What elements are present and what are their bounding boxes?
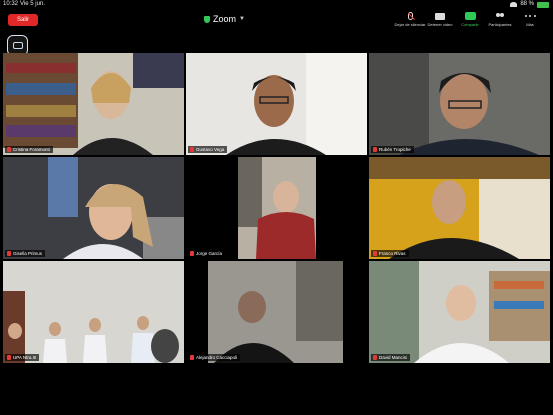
mic-muted-icon bbox=[7, 355, 11, 360]
participant-name: Cristina Foramonti bbox=[13, 147, 50, 152]
more-label: Más bbox=[526, 22, 534, 27]
unmute-label: Dejar de silenciar bbox=[394, 22, 426, 27]
participant-video bbox=[369, 261, 550, 363]
mic-muted-icon bbox=[7, 251, 11, 256]
battery-percent: 88 % bbox=[520, 1, 534, 7]
participant-name-tag: Alejandro Cacciapoli bbox=[188, 354, 241, 361]
mic-muted-icon bbox=[190, 355, 194, 360]
more-button[interactable]: Más bbox=[515, 10, 545, 31]
participant-name: UPA Ntra.III bbox=[13, 355, 37, 360]
more-icon bbox=[524, 12, 536, 20]
participant-name-tag: UPA Ntra.III bbox=[5, 354, 40, 361]
video-tile[interactable]: Gisella Primus bbox=[3, 157, 184, 259]
participant-video bbox=[369, 53, 550, 155]
mic-muted-icon bbox=[373, 355, 377, 360]
share-button[interactable]: Compartir bbox=[455, 10, 485, 31]
unmute-button[interactable]: Dejar de silenciar bbox=[395, 10, 425, 31]
participants-icon bbox=[495, 12, 505, 20]
participant-video bbox=[186, 261, 367, 363]
video-tile[interactable]: UPA Ntra.III bbox=[3, 261, 184, 363]
participant-name-tag: Rubén Tropiche bbox=[371, 146, 414, 153]
mic-muted-icon bbox=[373, 251, 377, 256]
status-right: 88 % bbox=[510, 0, 549, 9]
participant-video bbox=[3, 157, 184, 259]
participant-name-tag: Franco Rivas bbox=[371, 250, 409, 257]
participant-name-tag: Jorge García bbox=[188, 250, 226, 257]
stop-video-label: Detener video bbox=[427, 22, 453, 27]
participants-label: Participantes bbox=[488, 22, 512, 27]
mic-muted-icon bbox=[373, 147, 377, 152]
participants-button[interactable]: Participantes bbox=[485, 10, 515, 31]
chevron-down-icon: ▼ bbox=[239, 16, 245, 22]
participant-video bbox=[369, 157, 550, 259]
participant-name: David Mancini bbox=[379, 355, 408, 360]
video-tile[interactable]: Rubén Tropiche bbox=[369, 53, 550, 155]
participant-name-tag: Gisella Primus bbox=[5, 250, 46, 257]
video-tile[interactable]: Franco Rivas bbox=[369, 157, 550, 259]
mic-muted-icon bbox=[7, 147, 11, 152]
participant-name-tag: Gustavo Vega bbox=[188, 146, 228, 153]
status-bar: 10:32 Vie 5 jun. 88 % bbox=[0, 0, 553, 9]
participant-name: Gisella Primus bbox=[13, 251, 43, 256]
meeting-toolbar: Salir Zoom ▼ Dejar de silenciar Detener … bbox=[0, 9, 553, 32]
participant-video bbox=[3, 261, 184, 363]
participant-name-tag: Cristina Foramonti bbox=[5, 146, 53, 153]
participant-name: Gustavo Vega bbox=[196, 147, 225, 152]
video-tile[interactable]: Gustavo Vega bbox=[186, 53, 367, 155]
participant-video bbox=[186, 53, 367, 155]
switch-camera-icon bbox=[12, 42, 23, 49]
participant-name: Rubén Tropiche bbox=[379, 147, 411, 152]
participant-name: Jorge García bbox=[196, 251, 223, 256]
leave-button[interactable]: Salir bbox=[8, 14, 38, 26]
mic-muted-icon bbox=[190, 147, 194, 152]
toolbar-actions: Dejar de silenciar Detener video Compart… bbox=[395, 10, 545, 31]
video-tile[interactable]: Cristina Foramonti bbox=[3, 53, 184, 155]
video-tile[interactable]: Jorge García bbox=[186, 157, 367, 259]
wifi-icon bbox=[510, 2, 518, 7]
share-screen-icon bbox=[464, 12, 476, 20]
meeting-title-text: Zoom bbox=[213, 14, 237, 24]
participant-name-tag: David Mancini bbox=[371, 354, 411, 361]
participant-name: Alejandro Cacciapoli bbox=[196, 355, 238, 360]
participant-name: Franco Rivas bbox=[379, 251, 406, 256]
battery-icon bbox=[537, 1, 549, 8]
video-tile[interactable]: David Mancini bbox=[369, 261, 550, 363]
participant-video bbox=[3, 53, 184, 155]
meeting-title[interactable]: Zoom ▼ bbox=[204, 12, 245, 26]
video-tile[interactable]: Alejandro Cacciapoli bbox=[186, 261, 367, 363]
mic-muted-icon bbox=[407, 12, 413, 20]
stop-video-button[interactable]: Detener video bbox=[425, 10, 455, 31]
video-camera-icon bbox=[435, 12, 445, 20]
share-label: Compartir bbox=[461, 22, 479, 27]
participant-video bbox=[186, 157, 367, 259]
mic-muted-icon bbox=[190, 251, 194, 256]
status-date: Vie 5 jun. bbox=[20, 1, 45, 7]
status-time: 10:32 bbox=[3, 1, 19, 7]
security-shield-icon bbox=[204, 15, 210, 23]
